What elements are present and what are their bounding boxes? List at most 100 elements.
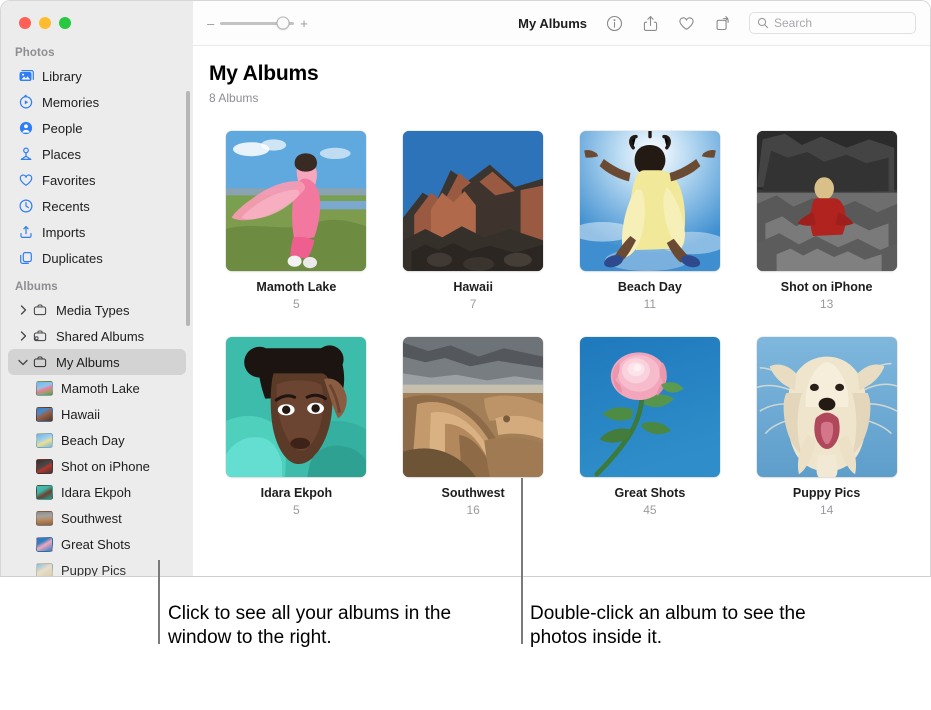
album-count: 16 — [466, 503, 479, 517]
sidebar-item-library[interactable]: Library — [8, 63, 186, 89]
chevron-right-icon[interactable] — [17, 331, 29, 341]
sidebar-item-duplicates[interactable]: Duplicates — [8, 245, 186, 271]
toolbar-title: My Albums — [518, 16, 587, 31]
sidebar-album-beach-day[interactable]: Beach Day — [8, 427, 186, 453]
share-icon[interactable] — [641, 14, 659, 32]
sidebar-item-label: Favorites — [42, 173, 95, 188]
memories-icon — [17, 94, 34, 111]
duplicates-icon — [17, 250, 34, 267]
search-field[interactable] — [749, 12, 916, 34]
import-icon — [17, 224, 34, 241]
sidebar-album-shot-on-iphone[interactable]: Shot on iPhone — [8, 453, 186, 479]
album-count: 5 — [293, 503, 300, 517]
sidebar: Photos Library — [1, 1, 193, 576]
close-button[interactable] — [19, 17, 31, 29]
sidebar-album-southwest[interactable]: Southwest — [8, 505, 186, 531]
album-cell[interactable]: Mamoth Lake 5 — [215, 131, 378, 311]
sidebar-item-recents[interactable]: Recents — [8, 193, 186, 219]
album-thumbnail — [36, 563, 53, 577]
sidebar-album-hawaii[interactable]: Hawaii — [8, 401, 186, 427]
zoom-slider-track[interactable] — [220, 22, 294, 25]
sidebar-album-great-shots[interactable]: Great Shots — [8, 531, 186, 557]
people-icon — [17, 120, 34, 137]
album-thumbnail — [36, 537, 53, 552]
chevron-down-icon[interactable] — [17, 359, 29, 366]
minimize-button[interactable] — [39, 17, 51, 29]
album-count: 14 — [820, 503, 833, 517]
zoom-slider[interactable]: – + — [207, 17, 308, 30]
album-cell[interactable]: Idara Ekpoh 5 — [215, 337, 378, 517]
sidebar-album-mamoth-lake[interactable]: Mamoth Lake — [8, 375, 186, 401]
album-cell[interactable]: Puppy Pics 14 — [745, 337, 908, 517]
album-thumbnail — [36, 459, 53, 474]
folder-icon — [31, 302, 48, 319]
zoom-button[interactable] — [59, 17, 71, 29]
sidebar-item-label: My Albums — [56, 355, 120, 370]
folder-icon — [31, 354, 48, 371]
album-name: Puppy Pics — [793, 486, 860, 500]
album-cell[interactable]: Great Shots 45 — [569, 337, 732, 517]
heart-icon — [17, 172, 34, 189]
album-count-subtitle: 8 Albums — [193, 86, 930, 105]
sidebar-item-favorites[interactable]: Favorites — [8, 167, 186, 193]
sidebar-album-idara-ekpoh[interactable]: Idara Ekpoh — [8, 479, 186, 505]
album-cover-mamoth-lake[interactable] — [226, 131, 366, 271]
album-name: Mamoth Lake — [256, 280, 336, 294]
album-cover-great-shots[interactable] — [580, 337, 720, 477]
sidebar-item-imports[interactable]: Imports — [8, 219, 186, 245]
toolbar: – + My Albums — [193, 1, 930, 46]
shared-folder-icon — [31, 328, 48, 345]
chevron-right-icon[interactable] — [17, 305, 29, 315]
rotate-icon[interactable] — [713, 14, 731, 32]
sidebar-scrollbar[interactable] — [186, 91, 190, 326]
sidebar-scroll-area: Photos Library — [1, 29, 193, 576]
album-cover-puppy-pics[interactable] — [757, 337, 897, 477]
album-cover-shot-on-iphone[interactable] — [757, 131, 897, 271]
main-area: – + My Albums — [193, 1, 930, 576]
album-name: Great Shots — [614, 486, 685, 500]
callout-grid-hint: Double-click an album to see the photos … — [530, 602, 860, 651]
sidebar-item-label: Memories — [42, 95, 99, 110]
sidebar-item-label: Recents — [42, 199, 90, 214]
album-name: Shot on iPhone — [781, 280, 873, 294]
sidebar-section-photos: Photos — [1, 41, 193, 63]
search-icon — [757, 17, 769, 29]
album-cover-southwest[interactable] — [403, 337, 543, 477]
album-count: 45 — [643, 503, 656, 517]
sidebar-item-places[interactable]: Places — [8, 141, 186, 167]
clock-icon — [17, 198, 34, 215]
album-thumbnail — [36, 381, 53, 396]
places-icon — [17, 146, 34, 163]
page-title: My Albums — [193, 62, 930, 86]
favorite-heart-icon[interactable] — [677, 14, 695, 32]
sidebar-item-my-albums[interactable]: My Albums — [8, 349, 186, 375]
info-icon[interactable] — [605, 14, 623, 32]
sidebar-album-label: Shot on iPhone — [61, 459, 150, 474]
sidebar-item-media-types[interactable]: Media Types — [8, 297, 186, 323]
album-cell[interactable]: Shot on iPhone 13 — [745, 131, 908, 311]
album-cell[interactable]: Beach Day 11 — [569, 131, 732, 311]
zoom-slider-thumb[interactable] — [277, 17, 290, 30]
album-thumbnail — [36, 407, 53, 422]
album-count: 5 — [293, 297, 300, 311]
zoom-in-label[interactable]: + — [300, 17, 308, 30]
sidebar-album-label: Puppy Pics — [61, 563, 126, 577]
sidebar-item-label: Library — [42, 69, 82, 84]
album-cover-hawaii[interactable] — [403, 131, 543, 271]
photos-window: Photos Library — [0, 0, 931, 577]
album-cover-beach-day[interactable] — [580, 131, 720, 271]
album-thumbnail — [36, 511, 53, 526]
sidebar-item-shared-albums[interactable]: Shared Albums — [8, 323, 186, 349]
album-count: 13 — [820, 297, 833, 311]
album-cell[interactable]: Southwest 16 — [392, 337, 555, 517]
sidebar-album-label: Hawaii — [61, 407, 100, 422]
search-input[interactable] — [774, 16, 908, 30]
zoom-out-label[interactable]: – — [207, 17, 214, 30]
sidebar-item-people[interactable]: People — [8, 115, 186, 141]
sidebar-item-memories[interactable]: Memories — [8, 89, 186, 115]
album-cover-idara-ekpoh[interactable] — [226, 337, 366, 477]
sidebar-item-label: Duplicates — [42, 251, 103, 266]
sidebar-item-label: Imports — [42, 225, 85, 240]
album-cell[interactable]: Hawaii 7 — [392, 131, 555, 311]
album-name: Southwest — [442, 486, 505, 500]
